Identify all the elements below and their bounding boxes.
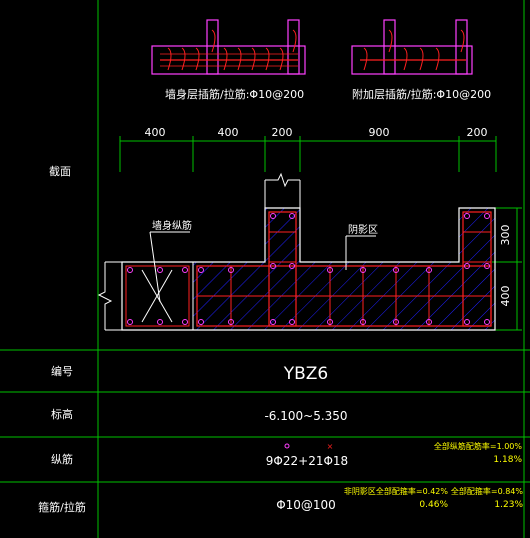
dim-top-5: 200: [467, 126, 488, 139]
rebar-value: 9Φ22+21Φ18: [266, 454, 348, 468]
stirrup-note-right-value: 1.23%: [494, 500, 523, 510]
dim-right-1: 300: [499, 225, 512, 246]
wall-detail-right: [351, 19, 473, 75]
dim-top-2: 400: [218, 126, 239, 139]
upper-left-caption: 墙身层插筋/拉筋:Φ10@200: [165, 87, 304, 101]
label-wall-bar: 墙身纵筋: [152, 219, 192, 232]
cad-drawing: 墙身层插筋/拉筋:Φ10@200 附加层插筋/拉筋:Φ10@200 400 40…: [0, 0, 530, 538]
dimension-top: [119, 136, 497, 172]
rebar-ratio-value: 1.18%: [493, 455, 522, 465]
rebar-label: 纵筋: [51, 452, 73, 466]
dim-top-3: 200: [272, 126, 293, 139]
dim-top-4: 900: [369, 126, 390, 139]
stirrup-note-left-value: 0.46%: [419, 500, 448, 510]
dim-top-1: 400: [145, 126, 166, 139]
upper-right-caption: 附加层插筋/拉筋:Φ10@200: [352, 87, 491, 101]
stirrup-note-right-label: 全部配箍率=0.84%: [451, 486, 524, 496]
elev-label: 标高: [51, 407, 73, 421]
label-hatch: 阴影区: [348, 224, 378, 236]
rebar-marker-2: ×: [327, 442, 334, 451]
elev-value: -6.100~5.350: [264, 409, 347, 423]
dim-right-2: 400: [499, 286, 512, 307]
id-label: 编号: [51, 364, 73, 378]
stirrup-label: 箍筋/拉筋: [38, 500, 86, 514]
rebar-marker-1: [284, 443, 290, 449]
section-drawing: [97, 172, 496, 331]
stirrup-value: Φ10@100: [276, 498, 336, 512]
stirrup-note-left-label: 非阴影区全部配箍率=0.42%: [344, 486, 449, 496]
rebar-ratio-label: 全部纵筋配筋率=1.00%: [434, 441, 523, 451]
section-label: 截面: [49, 164, 71, 178]
wall-detail-left: [151, 19, 306, 75]
id-value: YBZ6: [283, 364, 329, 384]
